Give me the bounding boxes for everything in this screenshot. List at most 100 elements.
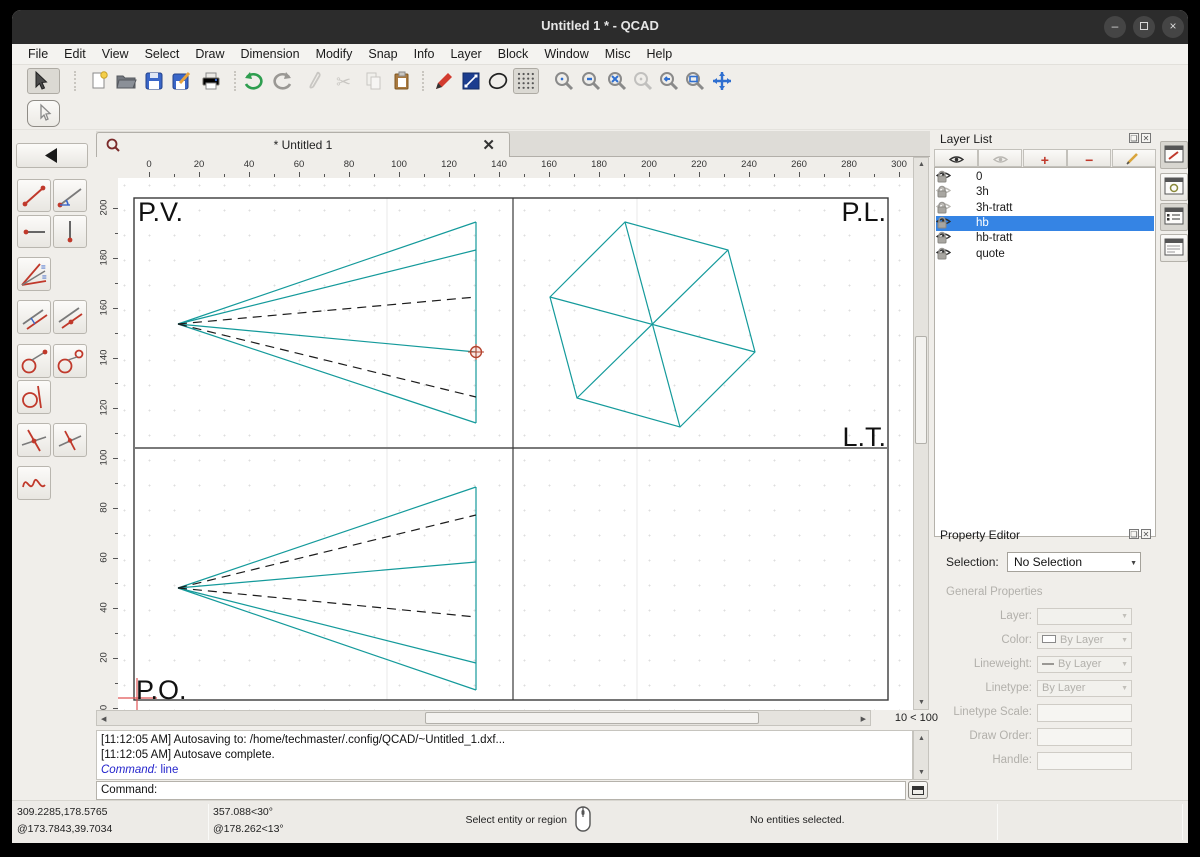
line-tangent-two-circles-button[interactable] bbox=[53, 344, 87, 378]
menu-snap[interactable]: Snap bbox=[360, 44, 405, 65]
line-freehand-button[interactable] bbox=[17, 466, 51, 500]
cad-line[interactable] bbox=[178, 487, 476, 588]
line-angle-button[interactable] bbox=[53, 179, 87, 212]
zoom-one-button[interactable] bbox=[630, 68, 656, 94]
menu-window[interactable]: Window bbox=[536, 44, 596, 65]
back-arrow-button[interactable] bbox=[16, 143, 88, 168]
save-as-button[interactable] bbox=[168, 68, 194, 94]
line-orthogonal-button[interactable] bbox=[53, 423, 87, 457]
cad-line[interactable] bbox=[178, 588, 476, 690]
line-relative-angle-button[interactable] bbox=[17, 423, 51, 457]
layer-row[interactable]: 3h bbox=[936, 185, 1154, 200]
cad-dashed-line[interactable] bbox=[178, 297, 476, 324]
circle-tool-button[interactable] bbox=[485, 68, 511, 94]
layer-row[interactable]: 3h-tratt bbox=[936, 201, 1154, 216]
line-parallel-distance-button[interactable] bbox=[17, 300, 51, 334]
titlebar[interactable]: Untitled 1 * - QCAD – × bbox=[12, 10, 1188, 44]
grid-toggle-button[interactable] bbox=[513, 68, 539, 94]
hide-all-eye-button[interactable] bbox=[978, 149, 1022, 167]
property-input[interactable] bbox=[1037, 704, 1132, 722]
cad-dashed-line[interactable] bbox=[178, 324, 476, 397]
cut-button[interactable]: ✂ bbox=[332, 68, 358, 94]
layer-row[interactable]: 0 bbox=[936, 170, 1154, 185]
menu-edit[interactable]: Edit bbox=[56, 44, 94, 65]
line-vertical-button[interactable] bbox=[53, 215, 87, 248]
add-layer-button[interactable]: + bbox=[1023, 149, 1067, 167]
line-parallel-point-button[interactable] bbox=[53, 300, 87, 334]
history-scroll-up-icon[interactable]: ▲ bbox=[918, 735, 925, 742]
cad-line[interactable] bbox=[178, 588, 476, 663]
menu-modify[interactable]: Modify bbox=[308, 44, 361, 65]
remove-layer-button[interactable]: − bbox=[1067, 149, 1111, 167]
menu-dimension[interactable]: Dimension bbox=[233, 44, 308, 65]
history-scroll-down-icon[interactable]: ▼ bbox=[918, 769, 925, 776]
line-tool-button[interactable] bbox=[458, 68, 484, 94]
float-panel-icon[interactable]: ❏ bbox=[1129, 529, 1139, 539]
menu-select[interactable]: Select bbox=[137, 44, 188, 65]
undo-button[interactable] bbox=[240, 68, 266, 94]
selection-combobox[interactable]: No Selection ▼ bbox=[1007, 552, 1141, 572]
layer-row[interactable]: hb bbox=[936, 216, 1154, 231]
pointer-tool-button[interactable] bbox=[27, 100, 60, 127]
cad-dashed-line[interactable] bbox=[178, 588, 476, 617]
menu-block[interactable]: Block bbox=[490, 44, 537, 65]
close-button[interactable]: × bbox=[1162, 16, 1184, 38]
menu-file[interactable]: File bbox=[20, 44, 56, 65]
new-file-button[interactable] bbox=[86, 68, 112, 94]
paperclip-button[interactable] bbox=[302, 68, 328, 94]
close-panel-icon[interactable]: ✕ bbox=[1141, 529, 1151, 539]
line-tangent-point-circle-button[interactable] bbox=[17, 344, 51, 378]
cad-line[interactable] bbox=[178, 222, 476, 324]
scroll-left-icon[interactable]: ◀ bbox=[101, 715, 106, 723]
menu-view[interactable]: View bbox=[94, 44, 137, 65]
menu-draw[interactable]: Draw bbox=[187, 44, 232, 65]
tab-close-icon[interactable]: ✕ bbox=[482, 136, 495, 154]
selection-pointer-button[interactable] bbox=[27, 68, 60, 94]
zoom-auto-button[interactable] bbox=[604, 68, 630, 94]
block-window-toggle-button[interactable] bbox=[1160, 173, 1188, 201]
drawing-canvas[interactable]: P.V.P.L.L.T.P.O. bbox=[118, 178, 913, 710]
cad-line[interactable] bbox=[178, 324, 476, 352]
copy-button[interactable] bbox=[361, 68, 387, 94]
document-tab[interactable]: * Untitled 1 ✕ bbox=[96, 132, 510, 157]
horizontal-scrollbar[interactable]: ◀ ▶ bbox=[96, 710, 871, 726]
cad-hexagon-diagonal[interactable] bbox=[550, 297, 755, 352]
close-panel-icon[interactable]: ✕ bbox=[1141, 133, 1151, 143]
text-window-toggle-button[interactable] bbox=[1160, 234, 1188, 262]
float-panel-icon[interactable]: ❏ bbox=[1129, 133, 1139, 143]
layer-row[interactable]: quote bbox=[936, 247, 1154, 262]
save-button[interactable] bbox=[141, 68, 167, 94]
minimize-button[interactable]: – bbox=[1104, 16, 1126, 38]
line-horizontal-button[interactable] bbox=[17, 215, 51, 248]
line-bisector-button[interactable]: == bbox=[17, 257, 51, 291]
menu-info[interactable]: Info bbox=[406, 44, 443, 65]
menu-help[interactable]: Help bbox=[638, 44, 680, 65]
list-window-toggle-button[interactable] bbox=[1160, 203, 1188, 231]
property-combobox[interactable]: By Layer▼ bbox=[1037, 632, 1132, 649]
open-file-button[interactable] bbox=[113, 68, 139, 94]
zoom-window-button[interactable] bbox=[682, 68, 708, 94]
line-two-points-button[interactable] bbox=[17, 179, 51, 212]
property-window-toggle-button[interactable] bbox=[1160, 141, 1188, 169]
property-input[interactable] bbox=[1037, 728, 1132, 746]
cad-dashed-line[interactable] bbox=[178, 515, 476, 588]
show-all-eye-button[interactable] bbox=[934, 149, 978, 167]
vertical-scrollbar[interactable]: ▲ ▼ bbox=[913, 157, 929, 710]
draw-pencil-button[interactable] bbox=[431, 68, 457, 94]
property-combobox[interactable]: By Layer▼ bbox=[1037, 656, 1132, 673]
menu-layer[interactable]: Layer bbox=[442, 44, 489, 65]
cad-line[interactable] bbox=[178, 324, 476, 423]
cad-line[interactable] bbox=[178, 562, 476, 588]
vertical-scroll-thumb[interactable] bbox=[915, 336, 927, 444]
line-orthogonal-tangent-button[interactable] bbox=[17, 380, 51, 414]
print-button[interactable] bbox=[198, 68, 224, 94]
layer-row[interactable]: hb-tratt bbox=[936, 231, 1154, 246]
scroll-right-icon[interactable]: ▶ bbox=[861, 715, 866, 723]
horizontal-scroll-thumb[interactable] bbox=[425, 712, 759, 724]
paste-button[interactable] bbox=[389, 68, 415, 94]
menu-misc[interactable]: Misc bbox=[597, 44, 639, 65]
history-scrollbar[interactable]: ▲ ▼ bbox=[913, 730, 929, 780]
maximize-button[interactable] bbox=[1133, 16, 1155, 38]
scroll-up-icon[interactable]: ▲ bbox=[918, 161, 925, 168]
property-input[interactable] bbox=[1037, 752, 1132, 770]
